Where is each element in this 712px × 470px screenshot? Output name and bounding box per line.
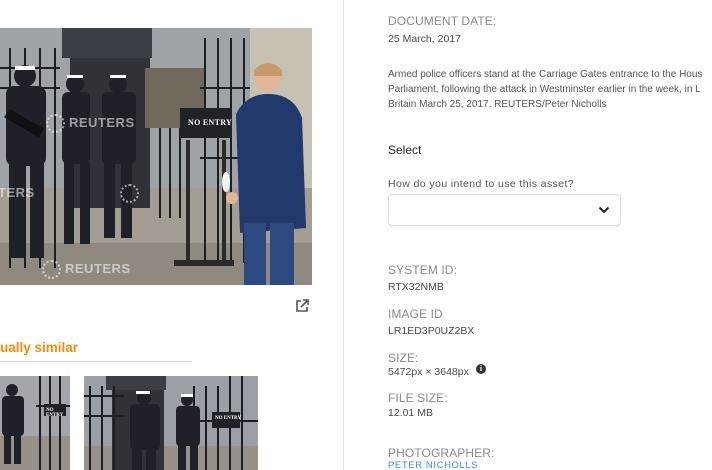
photo-scene: [0, 28, 312, 285]
visually-similar-heading: ually similar: [0, 340, 79, 355]
file-size-label: FILE SIZE:: [388, 391, 448, 405]
reuters-logo-icon: [46, 114, 65, 133]
reuters-watermark-partial: TERS: [0, 185, 35, 200]
info-icon[interactable]: i: [476, 364, 486, 374]
reuters-watermark: REUTERS: [46, 114, 135, 133]
size-value: 5472px × 3648px: [388, 366, 469, 378]
similar-thumbnail[interactable]: NO ENTRY: [0, 376, 70, 470]
no-entry-sign: NO ENTRY: [46, 408, 64, 418]
system-id-value: RTX32NMB: [388, 281, 444, 293]
file-size-value: 12.01 MB: [388, 407, 433, 419]
similar-thumbnail[interactable]: NO ENTRY: [84, 376, 258, 470]
chevron-down-icon: [598, 206, 610, 214]
reuters-watermark: REUTERS: [42, 260, 131, 279]
size-label: SIZE:: [388, 351, 419, 365]
open-external-icon[interactable]: [294, 298, 310, 314]
caption-line: Armed police officers stand at the Carri…: [388, 69, 703, 80]
reuters-logo-icon: [42, 260, 61, 279]
left-pane: NO ENTRY REUTERS TERS REUTERS ually simi…: [0, 0, 343, 470]
system-id-label: SYSTEM ID:: [388, 263, 458, 277]
reuters-watermark-logo: [120, 184, 143, 203]
document-date-label: DOCUMENT DATE:: [388, 14, 497, 28]
image-id-value: LR1ED3P0UZ2BX: [388, 325, 475, 337]
no-entry-sign: NO ENTRY: [188, 118, 233, 127]
image-caption: Armed police officers stand at the Carri…: [388, 67, 712, 112]
usage-question-label: How do you intend to use this asset?: [388, 178, 575, 190]
image-id-label: IMAGE ID: [388, 307, 443, 321]
section-divider: [0, 361, 192, 362]
photographer-link[interactable]: PETER NICHOLLS: [388, 460, 478, 470]
select-heading: Select: [388, 143, 422, 157]
photographer-label: PHOTOGRAPHER:: [388, 446, 495, 460]
document-date-value: 25 March, 2017: [388, 33, 461, 45]
details-panel: DOCUMENT DATE: 25 March, 2017 Armed poli…: [344, 0, 712, 470]
reuters-logo-icon: [120, 184, 139, 203]
caption-line: Britain March 25, 2017. REUTERS/Peter Ni…: [388, 99, 607, 110]
main-photo[interactable]: NO ENTRY REUTERS TERS REUTERS: [0, 28, 312, 285]
no-entry-sign: NO ENTRY: [215, 416, 242, 421]
caption-line: Parliament, following the attack in West…: [388, 84, 701, 95]
usage-dropdown[interactable]: [388, 194, 621, 226]
